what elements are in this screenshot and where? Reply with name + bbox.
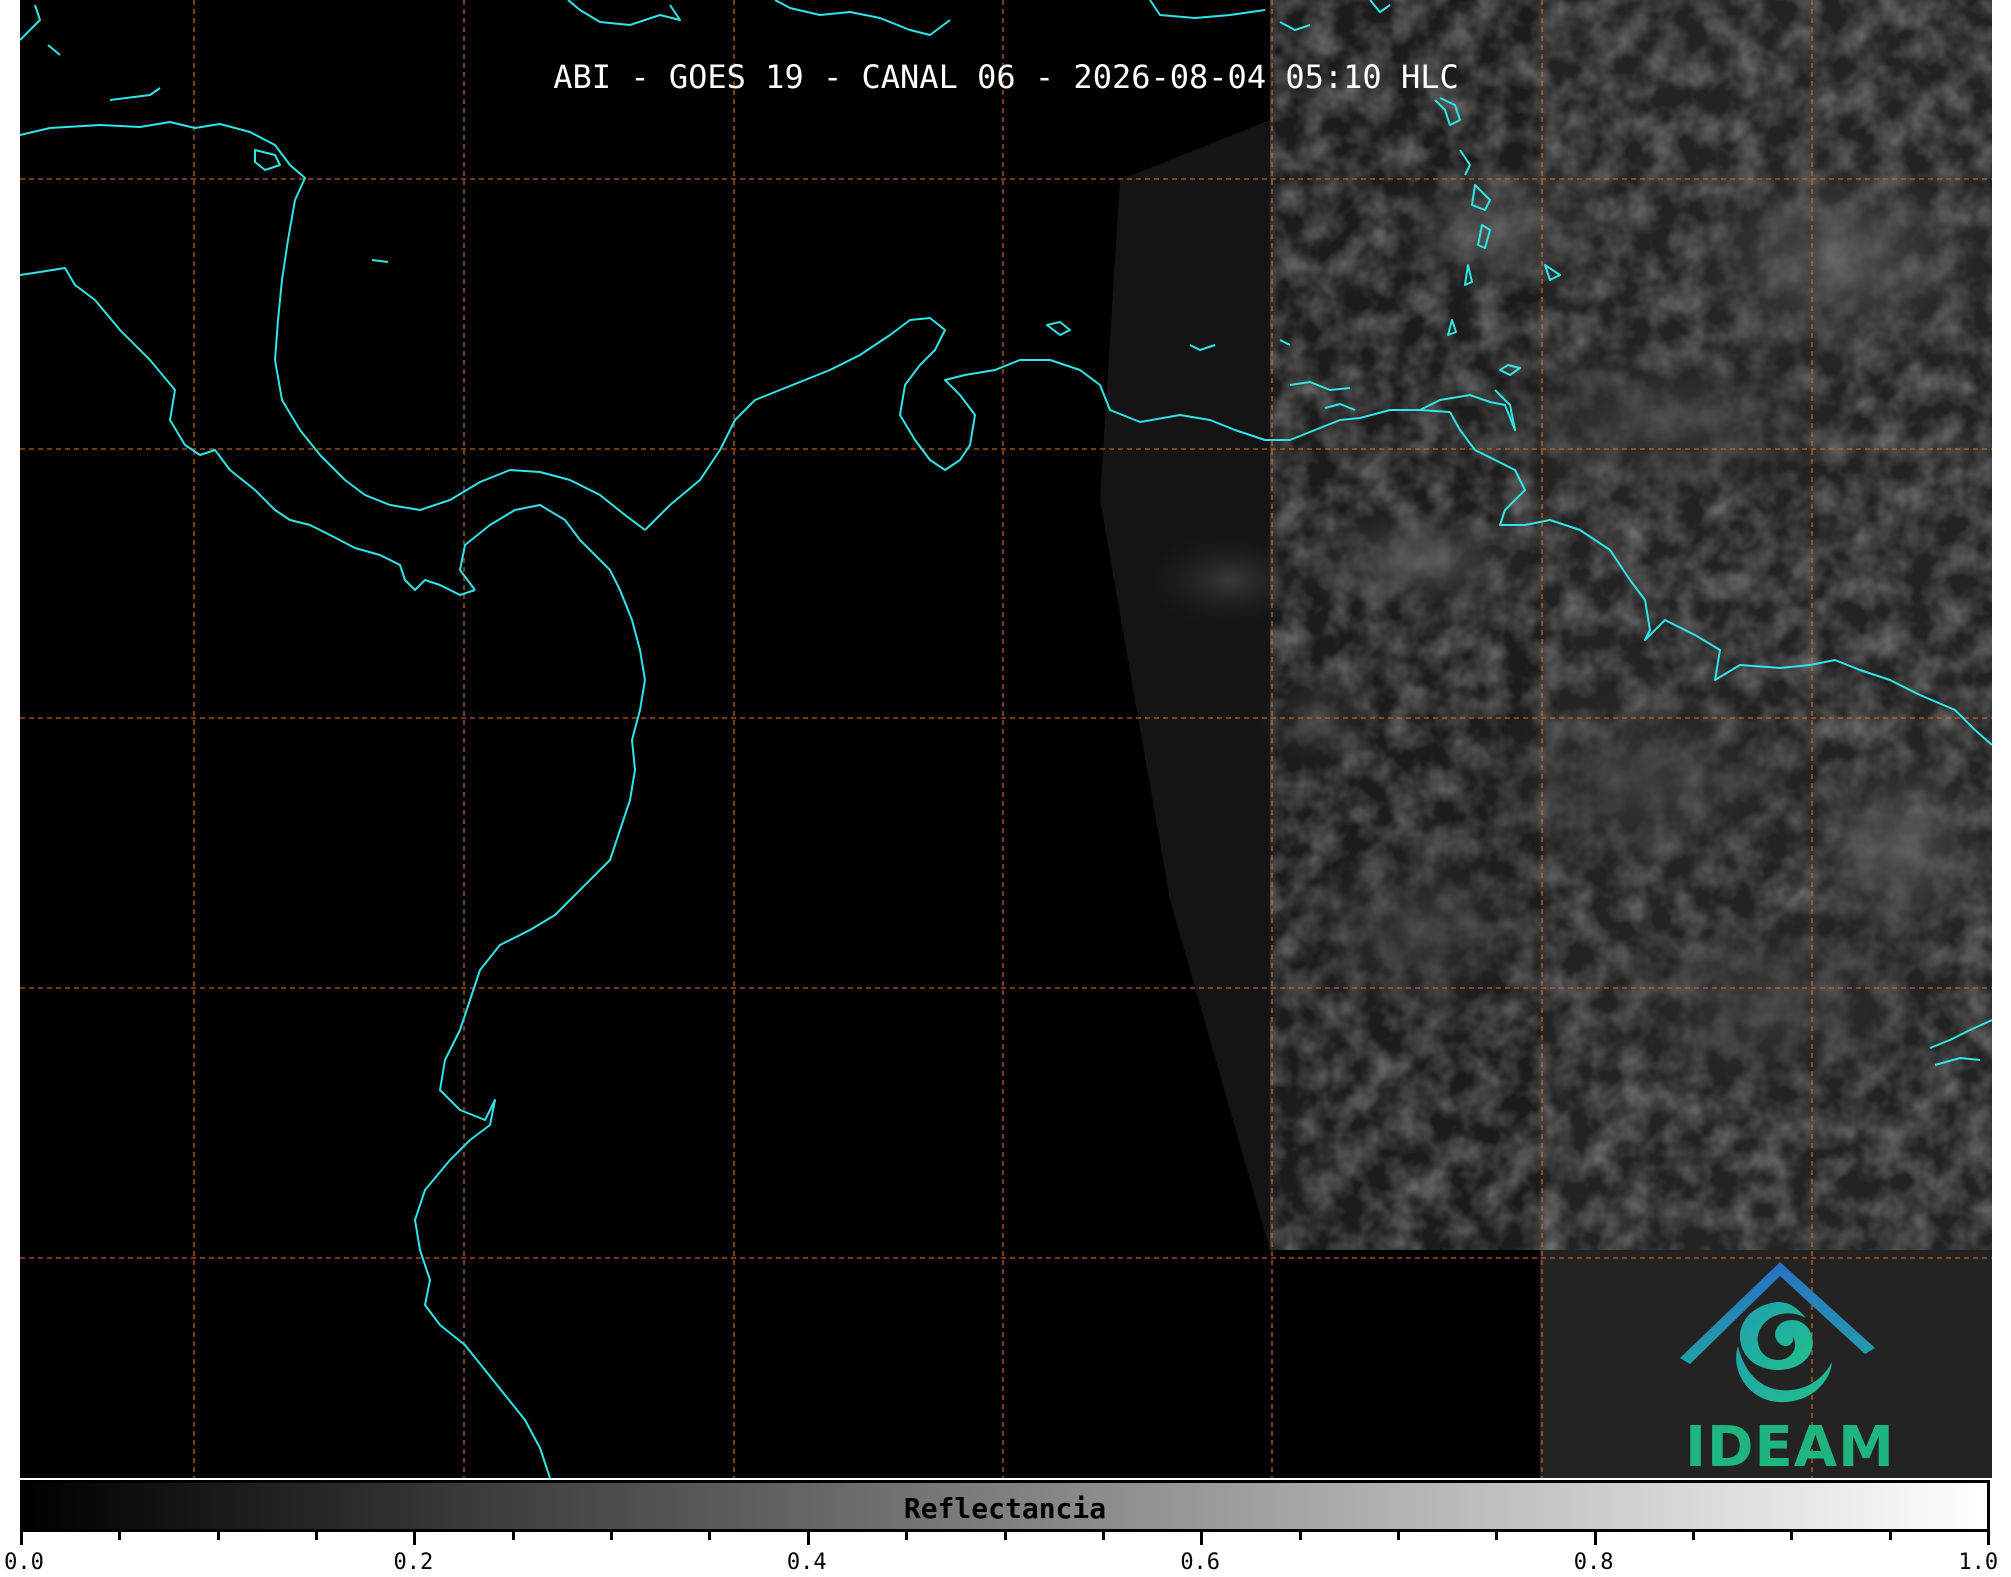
reflectance-colorbar: Reflectancia xyxy=(20,1480,1990,1532)
colorbar-label: Reflectancia xyxy=(903,1492,1107,1525)
colorbar-minor-tick xyxy=(511,1532,515,1540)
colorbar-minor-tick xyxy=(1888,1532,1892,1540)
colorbar-minor-tick xyxy=(905,1532,909,1540)
colorbar-major-tick xyxy=(806,1532,810,1545)
colorbar-minor-tick xyxy=(315,1532,319,1540)
satellite-map: ABI - GOES 19 - CANAL 06 - 2026-08-04 05… xyxy=(20,0,1992,1478)
ideam-logo: IDEAM xyxy=(1660,1250,1920,1478)
colorbar-tick-label: 0.4 xyxy=(786,1550,827,1575)
colorbar-minor-tick xyxy=(1003,1532,1007,1540)
colorbar-tick-label: 1.0 xyxy=(1958,1550,1999,1575)
colorbar-major-tick xyxy=(1987,1532,1990,1545)
colorbar-minor-tick xyxy=(1495,1532,1499,1540)
colorbar-minor-tick xyxy=(1396,1532,1400,1540)
colorbar-minor-tick xyxy=(1298,1532,1302,1540)
ideam-logo-emblem xyxy=(1680,1262,1875,1403)
map-title: ABI - GOES 19 - CANAL 06 - 2026-08-04 05… xyxy=(553,58,1458,96)
colorbar-minor-tick xyxy=(610,1532,614,1540)
colorbar-minor-tick xyxy=(1101,1532,1105,1540)
colorbar-major-tick xyxy=(20,1532,23,1545)
colorbar-major-tick xyxy=(1593,1532,1597,1545)
colorbar-tick-label: 0.0 xyxy=(4,1550,44,1575)
colorbar-axis: 0.0 0.2 0.4 0.6 0.8 1.0 xyxy=(4,1532,1998,1577)
colorbar-tick-label: 0.6 xyxy=(1180,1550,1221,1575)
colorbar-major-tick xyxy=(413,1532,417,1545)
colorbar-minor-tick xyxy=(216,1532,220,1540)
colorbar-minor-tick xyxy=(1691,1532,1695,1540)
colorbar-minor-tick xyxy=(1790,1532,1794,1540)
colorbar-minor-tick xyxy=(118,1532,122,1540)
colorbar-major-tick xyxy=(1200,1532,1204,1545)
colorbar-tick-label: 0.2 xyxy=(393,1550,434,1575)
colorbar-minor-tick xyxy=(708,1532,712,1540)
colorbar-tick-label: 0.8 xyxy=(1573,1550,1614,1575)
ideam-logo-text: IDEAM xyxy=(1685,1415,1895,1478)
